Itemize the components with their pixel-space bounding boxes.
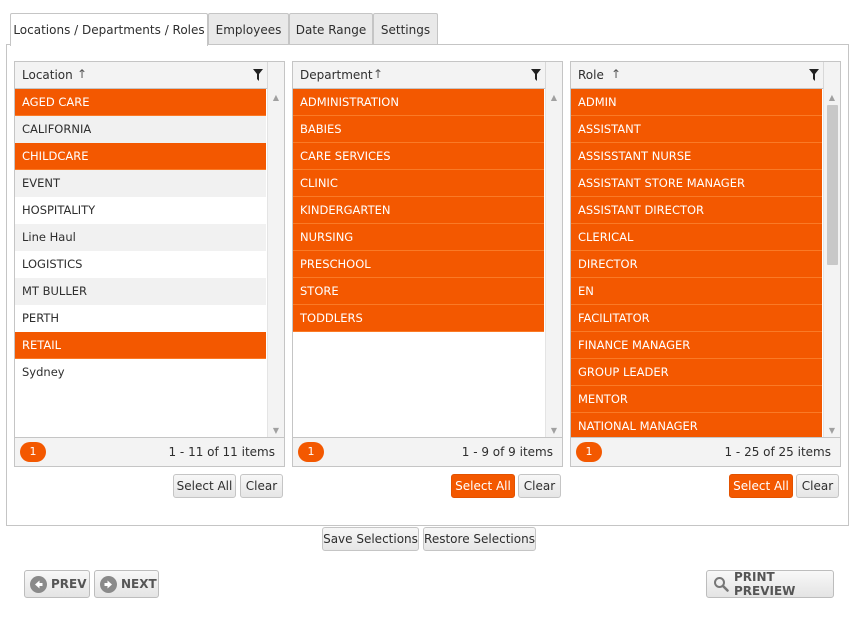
filter-icon[interactable] <box>809 69 819 81</box>
sort-ascending-icon[interactable]: ↑ <box>611 67 621 81</box>
filter-icon[interactable] <box>253 69 263 81</box>
tab-locations-departments-roles[interactable]: Locations / Departments / Roles <box>10 13 208 46</box>
role-clear-button[interactable]: Clear <box>796 474 839 498</box>
header-scroll-spacer <box>823 62 840 89</box>
list-item[interactable]: NATIONAL MANAGER <box>571 413 822 439</box>
list-item[interactable]: PERTH <box>15 305 266 332</box>
sort-ascending-icon[interactable]: ↑ <box>373 67 383 81</box>
list-item[interactable]: STORE <box>293 278 544 305</box>
arrow-right-circle-icon <box>100 575 117 593</box>
prev-label: PREV <box>51 577 87 591</box>
header-scroll-spacer <box>267 62 284 89</box>
list-item[interactable]: ADMIN <box>571 89 822 116</box>
pager-page-1[interactable]: 1 <box>576 442 602 462</box>
pager-info: 1 - 9 of 9 items <box>461 445 553 459</box>
restore-selections-button[interactable]: Restore Selections <box>423 527 536 551</box>
grid-rows: ADMINISTRATION BABIES CARE SERVICES CLINIC K… <box>293 89 544 332</box>
list-item[interactable]: ASSISTANT <box>571 116 822 143</box>
pager-page-1[interactable]: 1 <box>20 442 46 462</box>
list-item[interactable]: RETAIL <box>15 332 266 359</box>
list-item[interactable]: CARE SERVICES <box>293 143 544 170</box>
prev-button[interactable]: PREV <box>24 570 90 598</box>
list-item[interactable]: FACILITATOR <box>571 305 822 332</box>
department-select-all-button[interactable]: Select All <box>451 474 515 498</box>
grid-pager: 1 1 - 11 of 11 items <box>15 437 284 466</box>
grid-header: Role ↑ <box>571 62 840 89</box>
grid-pager: 1 1 - 25 of 25 items <box>571 437 840 466</box>
role-select-all-button[interactable]: Select All <box>729 474 793 498</box>
sort-ascending-icon[interactable]: ↑ <box>77 67 87 81</box>
list-item[interactable]: CLINIC <box>293 170 544 197</box>
grid-body: ADMIN ASSISTANT ASSISSTANT NURSE ASSISTANT … <box>571 89 840 439</box>
scrollbar-thumb[interactable] <box>827 105 838 265</box>
list-item[interactable]: FINANCE MANAGER <box>571 332 822 359</box>
list-item[interactable]: ASSISSTANT NURSE <box>571 143 822 170</box>
vertical-scrollbar[interactable]: ▲ ▼ <box>545 89 562 439</box>
list-item[interactable]: AGED CARE <box>15 89 266 116</box>
pager-info: 1 - 25 of 25 items <box>724 445 831 459</box>
tab-label: Employees <box>215 22 282 37</box>
header-scroll-spacer <box>545 62 562 89</box>
list-item[interactable]: KINDERGARTEN <box>293 197 544 224</box>
list-item[interactable]: TODDLERS <box>293 305 544 332</box>
next-button[interactable]: NEXT <box>94 570 159 598</box>
scroll-up-arrow-icon[interactable]: ▲ <box>824 89 840 106</box>
location-select-all-button[interactable]: Select All <box>173 474 236 498</box>
list-item[interactable]: PRESCHOOL <box>293 251 544 278</box>
list-item[interactable]: CALIFORNIA <box>15 116 266 143</box>
tab-label: Date Range <box>295 22 367 37</box>
tab-content-panel: Location ↑ AGED CARE CALIFORNIA CHILDCARE E… <box>6 44 849 526</box>
tab-label: Settings <box>380 22 431 37</box>
grid-body: AGED CARE CALIFORNIA CHILDCARE EVENT HOSPITA… <box>15 89 284 439</box>
department-clear-button[interactable]: Clear <box>518 474 561 498</box>
grid-rows: AGED CARE CALIFORNIA CHILDCARE EVENT HOSPITA… <box>15 89 266 386</box>
list-item[interactable]: MENTOR <box>571 386 822 413</box>
grid-body: ADMINISTRATION BABIES CARE SERVICES CLINIC K… <box>293 89 562 439</box>
grid-rows: ADMIN ASSISTANT ASSISSTANT NURSE ASSISTANT … <box>571 89 822 439</box>
save-selections-button[interactable]: Save Selections <box>322 527 419 551</box>
pager-page-1[interactable]: 1 <box>298 442 324 462</box>
vertical-scrollbar[interactable]: ▲ ▼ <box>267 89 284 439</box>
list-item[interactable]: ASSISTANT STORE MANAGER <box>571 170 822 197</box>
column-header-department[interactable]: Department <box>300 68 373 82</box>
location-grid: Location ↑ AGED CARE CALIFORNIA CHILDCARE E… <box>14 61 285 467</box>
tab-settings[interactable]: Settings <box>373 13 438 45</box>
list-item[interactable]: LOGISTICS <box>15 251 266 278</box>
list-item[interactable]: HOSPITALITY <box>15 197 266 224</box>
column-header-location[interactable]: Location <box>22 68 73 82</box>
grid-header: Location ↑ <box>15 62 284 89</box>
print-preview-button[interactable]: PRINT PREVIEW <box>706 570 834 598</box>
tab-employees[interactable]: Employees <box>208 13 289 45</box>
scroll-up-arrow-icon[interactable]: ▲ <box>546 89 562 106</box>
vertical-scrollbar[interactable]: ▲ ▼ <box>823 89 840 439</box>
list-item[interactable]: Line Haul <box>15 224 266 251</box>
department-grid: Department ↑ ADMINISTRATION BABIES CARE SE… <box>292 61 563 467</box>
list-item[interactable]: MT BULLER <box>15 278 266 305</box>
list-item[interactable]: CHILDCARE <box>15 143 266 170</box>
column-header-role[interactable]: Role <box>578 68 604 82</box>
list-item[interactable]: EVENT <box>15 170 266 197</box>
list-item[interactable]: BABIES <box>293 116 544 143</box>
filter-icon[interactable] <box>531 69 541 81</box>
list-item[interactable]: Sydney <box>15 359 266 386</box>
tab-date-range[interactable]: Date Range <box>289 13 373 45</box>
grid-header: Department ↑ <box>293 62 562 89</box>
location-clear-button[interactable]: Clear <box>240 474 283 498</box>
pager-info: 1 - 11 of 11 items <box>168 445 275 459</box>
tab-label: Locations / Departments / Roles <box>13 23 205 37</box>
list-item[interactable]: GROUP LEADER <box>571 359 822 386</box>
next-label: NEXT <box>121 577 157 591</box>
scroll-up-arrow-icon[interactable]: ▲ <box>268 89 284 106</box>
role-grid: Role ↑ ADMIN ASSISTANT ASSISSTANT NURSE ASS… <box>570 61 841 467</box>
list-item[interactable]: NURSING <box>293 224 544 251</box>
list-item[interactable]: ADMINISTRATION <box>293 89 544 116</box>
magnifier-icon <box>713 576 729 592</box>
list-item[interactable]: CLERICAL <box>571 224 822 251</box>
grid-pager: 1 1 - 9 of 9 items <box>293 437 562 466</box>
arrow-left-circle-icon <box>30 575 47 593</box>
list-item[interactable]: ASSISTANT DIRECTOR <box>571 197 822 224</box>
print-preview-label: PRINT PREVIEW <box>734 570 796 598</box>
list-item[interactable]: EN <box>571 278 822 305</box>
list-item[interactable]: DIRECTOR <box>571 251 822 278</box>
